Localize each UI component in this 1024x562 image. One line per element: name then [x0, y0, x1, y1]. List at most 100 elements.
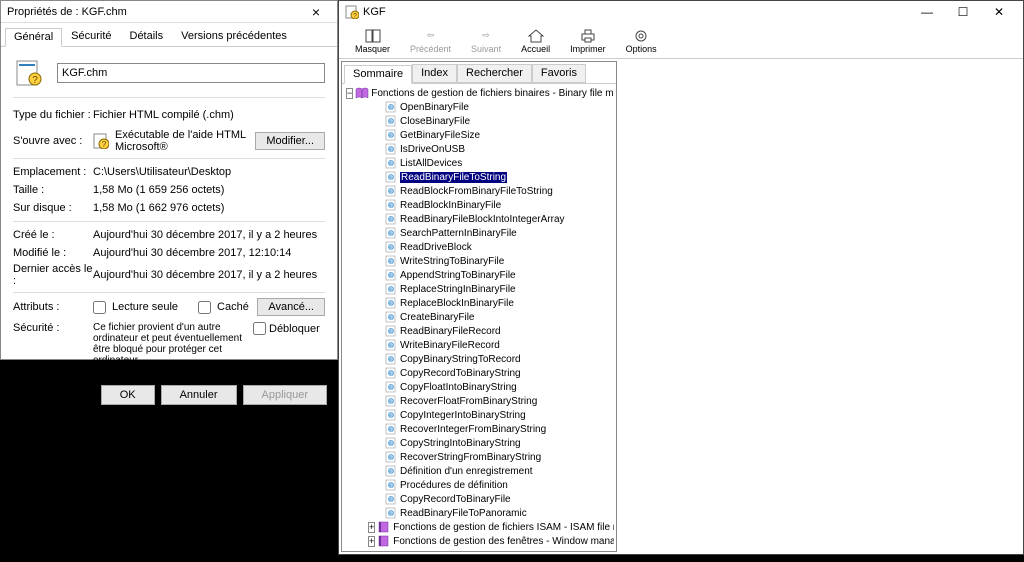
tree-page-item[interactable]: ?ReadBlockFromBinaryFileToString	[384, 184, 614, 198]
tree-page-item[interactable]: ?CreateBinaryFile	[384, 310, 614, 324]
modify-button[interactable]: Modifier...	[255, 132, 325, 150]
prev-button[interactable]: ⇦Précédent	[400, 23, 461, 58]
options-icon	[633, 28, 649, 44]
help-page-icon: ?	[384, 395, 398, 407]
tree-page-item[interactable]: ?CopyRecordToBinaryFile	[384, 492, 614, 506]
tree-label: CloseBinaryFile	[400, 116, 470, 127]
book-closed-icon	[377, 521, 391, 533]
cancel-button[interactable]: Annuler	[161, 385, 237, 405]
opens-label: S'ouvre avec :	[13, 135, 93, 147]
tree-page-item[interactable]: ?ReadBinaryFileToString	[384, 170, 614, 184]
nav-tab-favorites[interactable]: Favoris	[532, 64, 586, 83]
tree-page-item[interactable]: ?ReadBinaryFileRecord	[384, 324, 614, 338]
tree-page-item[interactable]: ?ReadBinaryFileBlockIntoIntegerArray	[384, 212, 614, 226]
help-page-icon: ?	[384, 479, 398, 491]
tree-page-item[interactable]: ?AppendStringToBinaryFile	[384, 268, 614, 282]
minimize-button[interactable]: —	[909, 1, 945, 23]
tree-page-item[interactable]: ?WriteBinaryFileRecord	[384, 338, 614, 352]
hide-button[interactable]: Masquer	[345, 23, 400, 58]
tree-page-item[interactable]: ?CopyStringIntoBinaryString	[384, 436, 614, 450]
collapse-icon[interactable]: −	[346, 88, 353, 99]
close-icon[interactable]: ×	[301, 4, 331, 20]
tree-folder-item[interactable]: + Fonctions de gestion de fichiers ISAM -…	[368, 520, 614, 534]
tree-folder-item[interactable]: +Fonctions de gestion des menus	[368, 548, 614, 549]
help-page-icon: ?	[384, 339, 398, 351]
tree-page-item[interactable]: ?GetBinaryFileSize	[384, 128, 614, 142]
tree-root-node[interactable]: −Fonctions de gestion de fichiers binair…	[346, 86, 614, 100]
tree-label: ReadBinaryFileRecord	[400, 326, 501, 337]
tree-page-item[interactable]: ?ReadBlockInBinaryFile	[384, 198, 614, 212]
tree-page-item[interactable]: ?OpenBinaryFile	[384, 100, 614, 114]
book-open-icon	[355, 87, 369, 99]
tree-label: Définition d'un enregistrement	[400, 466, 533, 477]
tree-page-item[interactable]: ?CloseBinaryFile	[384, 114, 614, 128]
advanced-button[interactable]: Avancé...	[257, 298, 325, 316]
tab-versions[interactable]: Versions précédentes	[172, 27, 296, 46]
tree-page-item[interactable]: ?CopyBinaryStringToRecord	[384, 352, 614, 366]
tree-page-item[interactable]: ?WriteStringToBinaryFile	[384, 254, 614, 268]
help-page-icon: ?	[384, 227, 398, 239]
options-button[interactable]: Options	[616, 23, 667, 58]
ok-button[interactable]: OK	[101, 385, 155, 405]
apply-button[interactable]: Appliquer	[243, 385, 327, 405]
tab-security[interactable]: Sécurité	[62, 27, 120, 46]
tree-page-item[interactable]: ?RecoverFloatFromBinaryString	[384, 394, 614, 408]
print-button[interactable]: Imprimer	[560, 23, 616, 58]
tree-page-item[interactable]: ?CopyFloatIntoBinaryString	[384, 380, 614, 394]
tree-scroll[interactable]: −Fonctions de gestion de fichiers binair…	[344, 86, 614, 549]
tree-label: WriteBinaryFileRecord	[400, 340, 500, 351]
tree-page-item[interactable]: ?IsDriveOnUSB	[384, 142, 614, 156]
hidden-label: Caché	[217, 301, 249, 313]
tree-page-item[interactable]: ?ReadBinaryFileToPanoramic	[384, 506, 614, 520]
tree-page-item[interactable]: ?ReadDriveBlock	[384, 240, 614, 254]
help-page-icon: ?	[384, 129, 398, 141]
help-page-icon: ?	[384, 269, 398, 281]
svg-text:?: ?	[32, 75, 38, 86]
tree-page-item[interactable]: ?CopyRecordToBinaryString	[384, 366, 614, 380]
home-button[interactable]: Accueil	[511, 23, 560, 58]
tree-label: CopyBinaryStringToRecord	[400, 354, 521, 365]
close-button[interactable]: ✕	[981, 1, 1017, 23]
tree-page-item[interactable]: ?Définition d'un enregistrement	[384, 464, 614, 478]
tree-page-item[interactable]: ?RecoverStringFromBinaryString	[384, 450, 614, 464]
help-viewer-window: ? KGF — ☐ ✕ Masquer ⇦Précédent ⇨Suivant …	[338, 0, 1024, 555]
tree-page-item[interactable]: ?ReplaceStringInBinaryFile	[384, 282, 614, 296]
tab-details[interactable]: Détails	[121, 27, 173, 46]
help-content-pane	[619, 59, 1023, 554]
nav-tab-search[interactable]: Rechercher	[457, 64, 532, 83]
filename-input[interactable]	[57, 63, 325, 83]
tab-general[interactable]: Général	[5, 28, 62, 47]
modified-label: Modifié le :	[13, 247, 93, 259]
tree-label: Fonctions de gestion de fichiers ISAM - …	[393, 522, 614, 533]
help-toolbar: Masquer ⇦Précédent ⇨Suivant Accueil Impr…	[339, 23, 1023, 59]
tree-page-item[interactable]: ?CopyIntegerIntoBinaryString	[384, 408, 614, 422]
tree-folder-item[interactable]: +Fonctions de gestion des fenêtres - Win…	[368, 534, 614, 548]
readonly-label: Lecture seule	[112, 301, 178, 313]
properties-titlebar: Propriétés de : KGF.chm ×	[1, 1, 337, 23]
accessed-label: Dernier accès le :	[13, 263, 93, 287]
nav-tab-contents[interactable]: Sommaire	[344, 65, 412, 84]
readonly-checkbox[interactable]	[93, 301, 106, 314]
tree-label: RecoverIntegerFromBinaryString	[400, 424, 546, 435]
next-button[interactable]: ⇨Suivant	[461, 23, 511, 58]
tree-page-item[interactable]: ?ReplaceBlockInBinaryFile	[384, 296, 614, 310]
unblock-checkbox[interactable]	[253, 322, 266, 335]
svg-text:?: ?	[353, 13, 357, 19]
size-label: Taille :	[13, 184, 93, 196]
created-label: Créé le :	[13, 229, 93, 241]
tree-label: CreateBinaryFile	[400, 312, 474, 323]
tree-page-item[interactable]: ?SearchPatternInBinaryFile	[384, 226, 614, 240]
forward-arrow-icon: ⇨	[482, 28, 490, 44]
help-page-icon: ?	[384, 199, 398, 211]
hidden-checkbox[interactable]	[198, 301, 211, 314]
security-note: Ce fichier provient d'un autre ordinateu…	[93, 322, 253, 366]
maximize-button[interactable]: ☐	[945, 1, 981, 23]
expand-icon[interactable]: +	[368, 536, 375, 547]
location-label: Emplacement :	[13, 166, 93, 178]
tree-page-item[interactable]: ?ListAllDevices	[384, 156, 614, 170]
tree-label: ReadDriveBlock	[400, 242, 472, 253]
nav-tab-index[interactable]: Index	[412, 64, 457, 83]
tree-page-item[interactable]: ?RecoverIntegerFromBinaryString	[384, 422, 614, 436]
tree-page-item[interactable]: ?Procédures de définition	[384, 478, 614, 492]
expand-icon[interactable]: +	[368, 522, 375, 533]
